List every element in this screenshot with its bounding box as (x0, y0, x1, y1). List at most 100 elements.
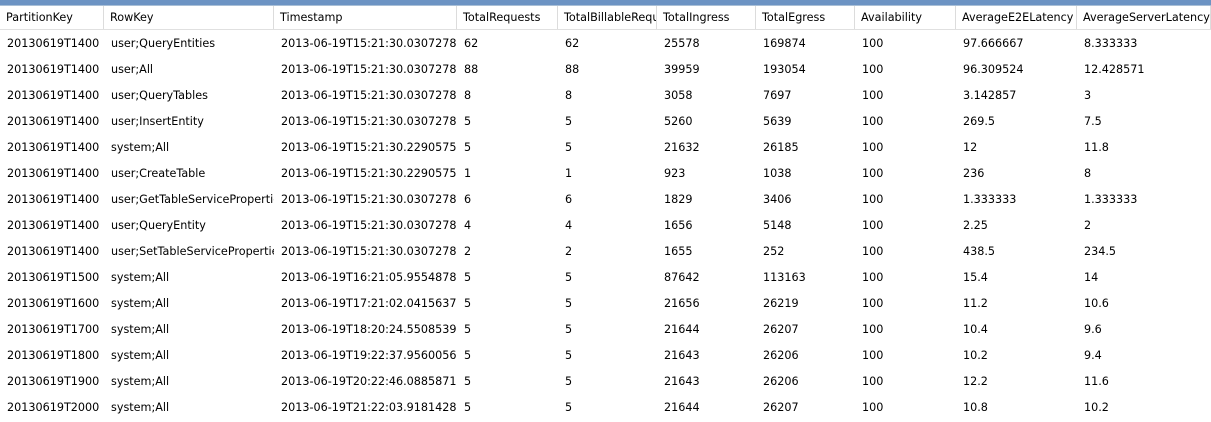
cell-rowkey[interactable]: user;All (104, 56, 274, 82)
cell-totalbillablerequests[interactable]: 5 (558, 316, 657, 342)
cell-averagee2elatency[interactable]: 236 (956, 160, 1077, 186)
cell-timestamp[interactable]: 2013-06-19T15:21:30.0307278Z (274, 30, 457, 56)
cell-rowkey[interactable]: user;QueryEntity (104, 212, 274, 238)
cell-totalegress[interactable]: 26206 (756, 368, 855, 394)
cell-totalegress[interactable]: 3406 (756, 186, 855, 212)
cell-totalegress[interactable]: 26185 (756, 134, 855, 160)
cell-totalegress[interactable]: 1038 (756, 160, 855, 186)
table-row[interactable]: 20130619T1400 user;QueryEntity 2013-06-19T… (0, 212, 1211, 238)
column-header-totalbillablerequests[interactable]: TotalBillableRequ (558, 6, 657, 29)
cell-partitionkey[interactable]: 20130619T1400 (0, 82, 104, 108)
cell-totalrequests[interactable]: 5 (457, 134, 558, 160)
cell-timestamp[interactable]: 2013-06-19T16:21:05.9554878Z (274, 264, 457, 290)
cell-partitionkey[interactable]: 20130619T2000 (0, 394, 104, 420)
cell-partitionkey[interactable]: 20130619T1400 (0, 160, 104, 186)
cell-rowkey[interactable]: system;All (104, 290, 274, 316)
cell-averageserverlatency[interactable]: 10.6 (1077, 290, 1211, 316)
cell-availability[interactable]: 100 (855, 108, 956, 134)
cell-timestamp[interactable]: 2013-06-19T15:21:30.0307278Z (274, 108, 457, 134)
cell-partitionkey[interactable]: 20130619T1500 (0, 264, 104, 290)
cell-totalbillablerequests[interactable]: 4 (558, 212, 657, 238)
cell-totalrequests[interactable]: 5 (457, 342, 558, 368)
cell-rowkey[interactable]: system;All (104, 342, 274, 368)
cell-averagee2elatency[interactable]: 1.333333 (956, 186, 1077, 212)
cell-totalingress[interactable]: 3058 (657, 82, 756, 108)
cell-partitionkey[interactable]: 20130619T1700 (0, 316, 104, 342)
cell-rowkey[interactable]: system;All (104, 264, 274, 290)
cell-totalingress[interactable]: 21656 (657, 290, 756, 316)
cell-rowkey[interactable]: user;CreateTable (104, 160, 274, 186)
cell-totalegress[interactable]: 113163 (756, 264, 855, 290)
cell-averagee2elatency[interactable]: 269.5 (956, 108, 1077, 134)
table-row[interactable]: 20130619T2000 system;All 2013-06-19T21:22:… (0, 394, 1211, 420)
cell-totalingress[interactable]: 25578 (657, 30, 756, 56)
cell-rowkey[interactable]: user;InsertEntity (104, 108, 274, 134)
cell-totalingress[interactable]: 1656 (657, 212, 756, 238)
cell-timestamp[interactable]: 2013-06-19T21:22:03.9181428Z (274, 394, 457, 420)
cell-averageserverlatency[interactable]: 8.333333 (1077, 30, 1211, 56)
cell-averageserverlatency[interactable]: 10.2 (1077, 394, 1211, 420)
cell-totalrequests[interactable]: 5 (457, 394, 558, 420)
table-row[interactable]: 20130619T1800 system;All 2013-06-19T19:22:… (0, 342, 1211, 368)
column-header-rowkey[interactable]: RowKey (104, 6, 274, 29)
cell-availability[interactable]: 100 (855, 134, 956, 160)
table-row[interactable]: 20130619T1400 user;QueryTables 2013-06-19T… (0, 82, 1211, 108)
table-row[interactable]: 20130619T1500 system;All 2013-06-19T16:21:… (0, 264, 1211, 290)
cell-totalrequests[interactable]: 6 (457, 186, 558, 212)
table-row[interactable]: 20130619T1400 user;All 2013-06-19T15:21:30… (0, 56, 1211, 82)
cell-totalingress[interactable]: 39959 (657, 56, 756, 82)
cell-averageserverlatency[interactable]: 8 (1077, 160, 1211, 186)
cell-totalingress[interactable]: 21644 (657, 394, 756, 420)
table-row[interactable]: 20130619T1400 system;All 2013-06-19T15:21:… (0, 134, 1211, 160)
cell-availability[interactable]: 100 (855, 264, 956, 290)
cell-totalrequests[interactable]: 4 (457, 212, 558, 238)
cell-totalbillablerequests[interactable]: 5 (558, 342, 657, 368)
column-header-averageserverlatency[interactable]: AverageServerLatency (1077, 6, 1211, 29)
cell-timestamp[interactable]: 2013-06-19T15:21:30.2290575Z (274, 160, 457, 186)
cell-timestamp[interactable]: 2013-06-19T15:21:30.0307278Z (274, 238, 457, 264)
cell-averagee2elatency[interactable]: 15.4 (956, 264, 1077, 290)
cell-rowkey[interactable]: user;QueryEntities (104, 30, 274, 56)
cell-availability[interactable]: 100 (855, 160, 956, 186)
cell-availability[interactable]: 100 (855, 316, 956, 342)
cell-totalegress[interactable]: 169874 (756, 30, 855, 56)
cell-totalegress[interactable]: 26207 (756, 394, 855, 420)
cell-partitionkey[interactable]: 20130619T1400 (0, 238, 104, 264)
cell-averagee2elatency[interactable]: 96.309524 (956, 56, 1077, 82)
cell-rowkey[interactable]: user;QueryTables (104, 82, 274, 108)
cell-totalrequests[interactable]: 62 (457, 30, 558, 56)
cell-totalingress[interactable]: 5260 (657, 108, 756, 134)
cell-averagee2elatency[interactable]: 10.8 (956, 394, 1077, 420)
cell-averagee2elatency[interactable]: 11.2 (956, 290, 1077, 316)
cell-partitionkey[interactable]: 20130619T1400 (0, 30, 104, 56)
cell-availability[interactable]: 100 (855, 82, 956, 108)
cell-averageserverlatency[interactable]: 7.5 (1077, 108, 1211, 134)
cell-timestamp[interactable]: 2013-06-19T15:21:30.2290575Z (274, 134, 457, 160)
table-row[interactable]: 20130619T1600 system;All 2013-06-19T17:21:… (0, 290, 1211, 316)
cell-rowkey[interactable]: system;All (104, 394, 274, 420)
cell-averagee2elatency[interactable]: 12 (956, 134, 1077, 160)
cell-availability[interactable]: 100 (855, 368, 956, 394)
column-header-totalrequests[interactable]: TotalRequests (457, 6, 558, 29)
column-header-availability[interactable]: Availability (855, 6, 956, 29)
cell-averageserverlatency[interactable]: 12.428571 (1077, 56, 1211, 82)
table-row[interactable]: 20130619T1400 user;QueryEntities 2013-06-1… (0, 30, 1211, 56)
cell-totalrequests[interactable]: 2 (457, 238, 558, 264)
cell-rowkey[interactable]: user;SetTableServiceProperties (104, 238, 274, 264)
column-header-totalingress[interactable]: TotalIngress (657, 6, 756, 29)
cell-timestamp[interactable]: 2013-06-19T15:21:30.0307278Z (274, 82, 457, 108)
cell-totalrequests[interactable]: 1 (457, 160, 558, 186)
cell-totalingress[interactable]: 21632 (657, 134, 756, 160)
cell-totalbillablerequests[interactable]: 62 (558, 30, 657, 56)
cell-availability[interactable]: 100 (855, 238, 956, 264)
cell-totalingress[interactable]: 21643 (657, 368, 756, 394)
cell-totalbillablerequests[interactable]: 1 (558, 160, 657, 186)
cell-timestamp[interactable]: 2013-06-19T17:21:02.0415637Z (274, 290, 457, 316)
cell-totalrequests[interactable]: 5 (457, 264, 558, 290)
cell-averageserverlatency[interactable]: 234.5 (1077, 238, 1211, 264)
cell-averageserverlatency[interactable]: 9.6 (1077, 316, 1211, 342)
cell-totalingress[interactable]: 21644 (657, 316, 756, 342)
cell-totalbillablerequests[interactable]: 5 (558, 134, 657, 160)
cell-timestamp[interactable]: 2013-06-19T15:21:30.0307278Z (274, 212, 457, 238)
cell-totalrequests[interactable]: 5 (457, 368, 558, 394)
